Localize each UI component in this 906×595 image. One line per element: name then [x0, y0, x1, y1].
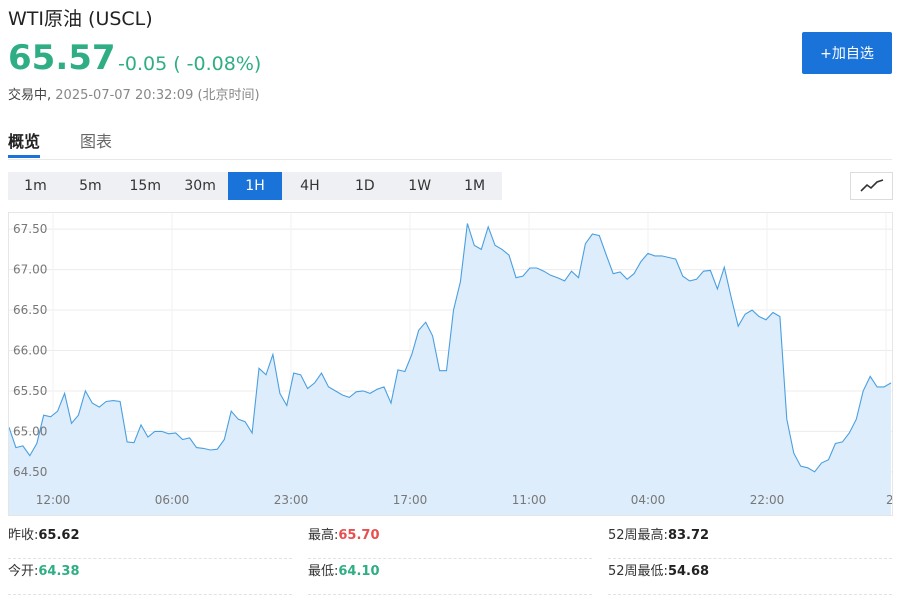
stat-value: 83.72 [667, 528, 710, 543]
interval-1d-button[interactable]: 1D [337, 172, 392, 200]
chart-type-button[interactable] [850, 172, 893, 200]
interval-30m-button[interactable]: 30m [173, 172, 228, 200]
stat-label: 最低: [308, 564, 339, 579]
stat-label: 最高: [308, 528, 339, 543]
y-tick-label: 66.00 [13, 344, 47, 358]
tab-chart[interactable]: 图表 [80, 128, 112, 152]
price-chart-svg: 64.50 65.00 65.50 66.00 66.50 67.00 67.50 12:00… [9, 213, 893, 515]
stat-label: 今开: [8, 564, 39, 579]
y-tick-label: 64.50 [13, 465, 47, 479]
stat-52w-low: 52周最低:54.68 [608, 560, 892, 595]
x-tick-label: 17:00 [393, 493, 428, 507]
interval-4h-button[interactable]: 4H [282, 172, 337, 200]
stat-open: 今开:64.38 [8, 560, 292, 595]
interval-1h-button[interactable]: 1H [227, 172, 283, 200]
stat-value: 54.68 [667, 564, 710, 579]
interval-selector: 1m 5m 15m 30m 1H 4H 1D 1W 1M [8, 172, 502, 200]
interval-1mo-button[interactable]: 1M [447, 172, 502, 200]
last-price: 65.57 [8, 38, 116, 78]
stat-value: 64.38 [38, 564, 80, 579]
y-tick-label: 65.00 [13, 424, 47, 438]
price-area [9, 223, 891, 515]
x-tick-label: 12:00 [36, 493, 71, 507]
active-tab-indicator [8, 155, 40, 158]
price-chart[interactable]: 64.50 65.00 65.50 66.00 66.50 67.00 67.50 12:00… [8, 212, 893, 516]
stat-high: 最高:65.70 [308, 524, 592, 559]
interval-1w-button[interactable]: 1W [392, 172, 447, 200]
stat-label: 52周最低: [608, 564, 668, 579]
price-change: -0.05 ( -0.08%) [118, 53, 262, 75]
x-tick-label: 22:00 [750, 493, 785, 507]
stat-label: 52周最高: [608, 528, 668, 543]
stat-value: 65.70 [338, 528, 380, 543]
add-to-watchlist-button[interactable]: +加自选 [802, 32, 892, 74]
stat-value: 65.62 [38, 528, 80, 543]
tab-overview[interactable]: 概览 [8, 128, 40, 152]
stat-prev-close: 昨收:65.62 [8, 524, 292, 559]
interval-1m-button[interactable]: 1m [8, 172, 63, 200]
y-tick-label: 65.50 [13, 384, 47, 398]
quote-time: 2025-07-07 20:32:09 (北京时间) [55, 88, 260, 103]
x-tick-label: 04:00 [631, 493, 666, 507]
stat-label: 昨收: [8, 528, 39, 543]
stat-52w-high: 52周最高:83.72 [608, 524, 892, 559]
x-tick-label: 23:00 [274, 493, 309, 507]
trading-status: 交易中, 2025-07-07 20:32:09 (北京时间) [8, 84, 260, 103]
x-tick-label: 20:0 [886, 493, 893, 507]
interval-5m-button[interactable]: 5m [63, 172, 118, 200]
y-tick-label: 66.50 [13, 303, 47, 317]
tab-bar: 概览 图表 [8, 126, 892, 160]
stat-low: 最低:64.10 [308, 560, 592, 595]
x-tick-label: 06:00 [155, 493, 190, 507]
y-tick-label: 67.50 [13, 222, 47, 236]
instrument-title: WTI原油 (USCL) [8, 8, 153, 30]
interval-15m-button[interactable]: 15m [118, 172, 173, 200]
x-tick-label: 11:00 [512, 493, 547, 507]
line-chart-icon [859, 179, 883, 192]
stat-value: 64.10 [338, 564, 380, 579]
status-label: 交易中, [8, 88, 52, 103]
y-tick-label: 67.00 [13, 263, 47, 277]
